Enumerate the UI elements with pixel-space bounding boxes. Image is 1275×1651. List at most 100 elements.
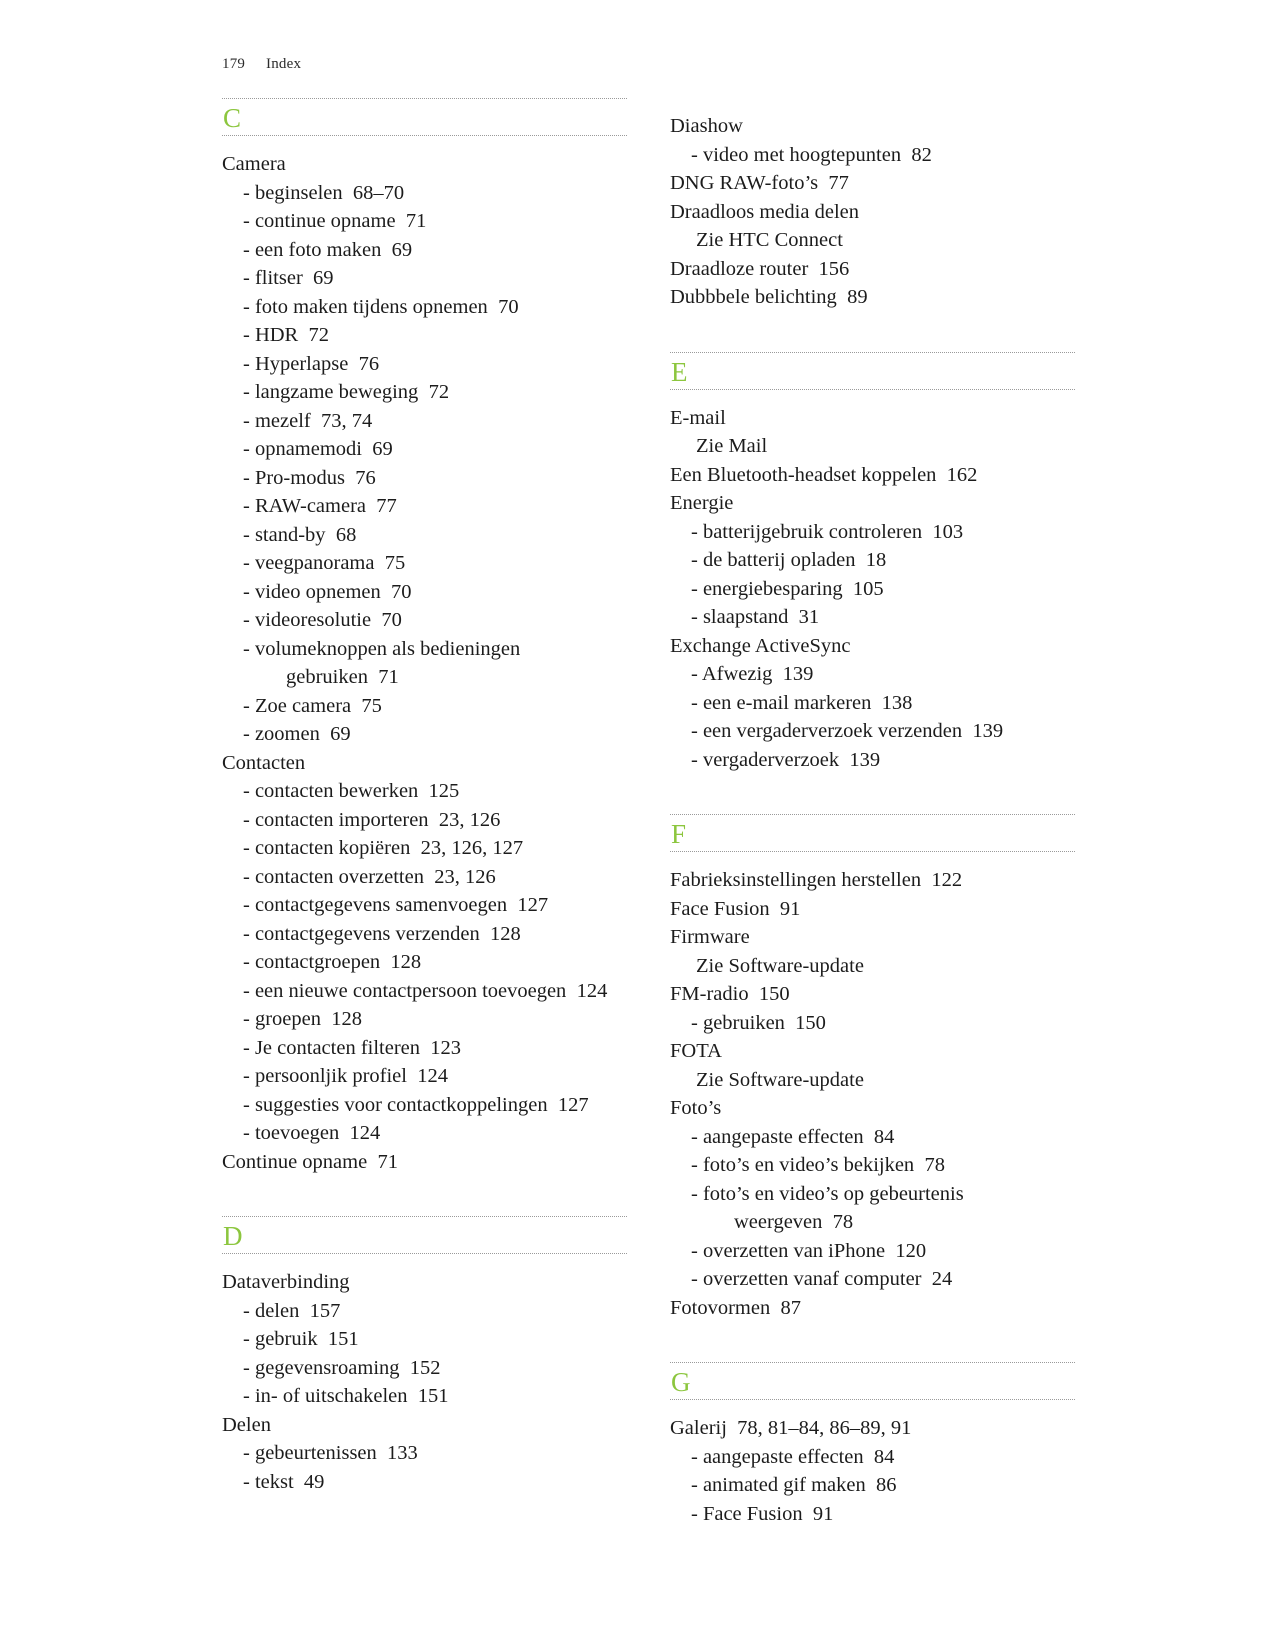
index-entry-label: Energie [670,492,734,514]
index-entry-label: - overzetten van iPhone [691,1239,886,1262]
index-entry-label: - tekst [243,1470,294,1493]
index-entry: Delen [222,1411,627,1440]
index-entry-label: Een Bluetooth-headset koppelen [670,463,937,486]
index-entry-pages: 18 [855,549,887,571]
index-entry-label: - gebruiken [691,1011,785,1034]
index-entry-pages: 77 [366,495,397,517]
index-entry-pages: 82 [901,143,932,166]
index-entry-label: - aangepaste effecten [691,1125,864,1148]
index-entry-pages: 24 [921,1268,953,1290]
index-entry-label: - toevoegen [243,1122,340,1144]
index-entry: Zie Software-update [670,952,1075,981]
index-entry-pages: 70 [487,295,519,318]
index-entry: - een nieuwe contactpersoon toevoegen 12… [222,977,627,1006]
index-entry: - beginselen 68–70 [222,179,627,208]
index-entry: - langzame beweging 72 [222,378,627,407]
index-entry-pages: 68–70 [342,181,405,204]
index-entry-label: - RAW-camera [243,495,366,517]
index-entry-label: - contactgegevens verzenden [243,922,480,945]
index-entry: - contactgegevens samenvoegen 127 [222,891,627,920]
index-entry-label: Delen [222,1413,271,1436]
dotted-rule-bottom [670,1399,1075,1400]
index-entry: - animated gif maken 86 [670,1471,1075,1500]
index-entry-label: Dubbbele belichting [670,286,837,308]
index-entry-label: gebruiken [286,666,368,688]
index-entry: Continue opname 71 [222,1148,627,1177]
index-entry: E-mail [670,404,1075,433]
index-entry-label: - suggesties voor contactkoppelingen [243,1093,548,1116]
index-entry: - batterijgebruik controleren 103 [670,518,1075,547]
index-entry-pages: 152 [399,1356,441,1379]
index-entry-label: E-mail [670,406,726,429]
index-entry-pages: 23, 126 [423,865,496,888]
index-entry-label: - stand-by [243,523,326,546]
index-entry: - aangepaste effecten 84 [670,1443,1075,1472]
index-entry: - contacten importeren 23, 126 [222,806,627,835]
index-entry-pages: 128 [479,922,521,945]
index-entry: - de batterij opladen 18 [670,546,1075,575]
index-entry: - gebruiken 150 [670,1009,1075,1038]
index-entry-pages: 124 [406,1065,448,1087]
index-entry: Zie HTC Connect [670,226,1075,255]
index-entry-list: Diashow - video met hoogtepunten 82 DNG RA… [670,112,1075,312]
index-entry-label: DNG RAW-foto’s [670,172,819,194]
page-number: 179 [222,56,246,72]
index-entry: - aangepaste effecten 84 [670,1123,1075,1152]
index-entry: - groepen 128 [222,1005,627,1034]
index-entry-label: - slaapstand [691,606,789,628]
index-entry-pages: 127 [507,894,549,916]
index-entry-pages: 69 [319,723,351,745]
index-entry: - tekst 49 [222,1468,627,1497]
index-entry-pages: 124 [566,979,608,1002]
index-entry: - energiebesparing 105 [670,575,1075,604]
index-entry-pages: 23, 126, 127 [410,837,524,859]
index-entry: Dataverbinding [222,1268,627,1297]
index-entry-pages: 73, 74 [310,409,373,432]
index-entry-pages: 133 [376,1442,418,1464]
index-entry-pages: 128 [380,951,422,973]
index-entry-label: - beginselen [243,181,343,204]
dotted-rule-bottom [670,388,1075,390]
index-entry-pages: 71 [367,666,399,688]
index-entry-label: - Face Fusion [691,1502,803,1525]
index-entry-pages: 23, 126 [428,808,501,831]
index-entry-label: - batterijgebruik controleren [691,520,923,543]
index-entry-pages: 139 [839,748,881,771]
index-entry: - een vergaderverzoek verzenden 139 [670,717,1075,746]
index-entry: Face Fusion 91 [670,895,1075,924]
index-entry-pages: 86 [865,1474,897,1496]
index-entry-label: FOTA [670,1040,722,1062]
alpha-section-header-g: G [670,1362,1075,1400]
index-entry-label: FM-radio [670,983,749,1005]
index-entry-label: - videoresolutie [243,609,372,631]
index-entry: - gegevensroaming 152 [222,1354,627,1383]
index-entry-pages: 71 [367,1150,398,1173]
index-entry-pages: 49 [293,1470,325,1493]
running-head-title: Index [266,56,302,72]
index-entry-label: - langzame beweging [243,381,419,403]
index-entry: - foto’s en video’s op gebeurtenis [670,1180,1075,1209]
index-entry: - RAW-camera 77 [222,492,627,521]
index-entry-label: - de batterij opladen [691,549,856,571]
index-entry: Zie Software-update [670,1066,1075,1095]
index-entry: gebruiken 71 [222,663,627,692]
index-entry-pages: 72 [298,324,329,346]
index-entry: Energie [670,489,1075,518]
index-entry-pages: 156 [808,257,850,280]
index-entry-label: Fabrieksinstellingen herstellen [670,869,922,891]
index-entry: Camera [222,150,627,179]
index-entry-pages: 72 [418,381,450,403]
index-entry: - in- of uitschakelen 151 [222,1382,627,1411]
index-entry-label: - foto’s en video’s op gebeurtenis [691,1182,964,1205]
index-entry: Exchange ActiveSync [670,632,1075,661]
alpha-letter: G [671,1367,691,1397]
index-entry: - volumeknoppen als bedieningen [222,635,627,664]
index-entry-label: Draadloze router [670,257,809,280]
index-entry: Fotovormen 87 [670,1294,1075,1323]
index-entry: - contactgroepen 128 [222,948,627,977]
index-entry-pages: 138 [871,691,913,714]
index-entry-pages: 151 [407,1385,449,1407]
alpha-letter: E [671,356,688,387]
index-entry-label: Camera [222,153,286,175]
index-entry-pages: 123 [420,1036,462,1059]
